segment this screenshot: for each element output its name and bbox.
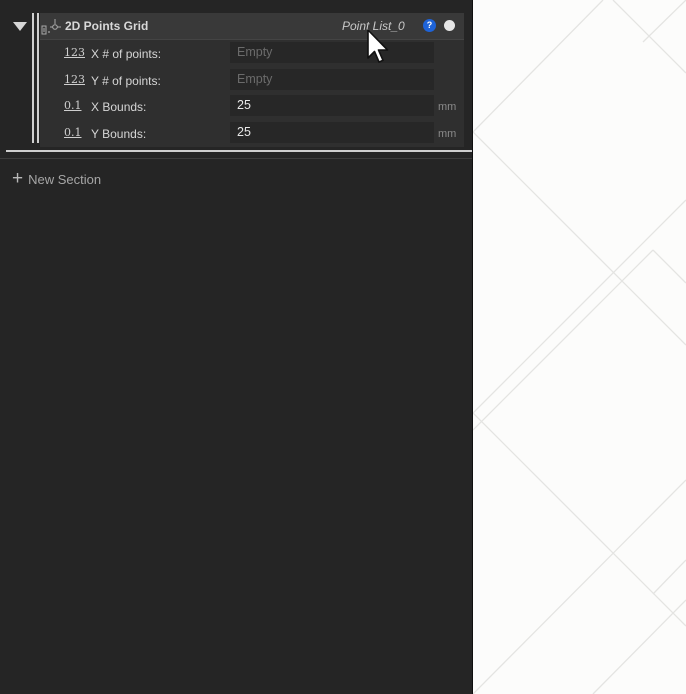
param-label: X # of points:: [91, 47, 162, 61]
collapse-triangle-icon[interactable]: [13, 22, 27, 31]
unit-label: mm: [438, 101, 457, 113]
param-label: Y # of points:: [91, 74, 161, 88]
node-rail: [37, 13, 39, 143]
new-section-button[interactable]: + New Section: [12, 168, 102, 189]
properties-panel: 2D Points Grid Point List_0 ? 123 X # of…: [0, 0, 472, 694]
param-row-y-bounds: 0.1 Y Bounds: 25 mm: [40, 120, 464, 146]
y-bounds-input[interactable]: 25: [230, 122, 434, 143]
help-icon[interactable]: ?: [423, 19, 436, 32]
integer-type-icon: 123: [64, 73, 85, 86]
viewport-canvas[interactable]: [473, 0, 686, 694]
node-header[interactable]: 2D Points Grid Point List_0 ?: [40, 13, 464, 39]
integer-type-icon: 123: [64, 46, 85, 59]
param-row-y-points: 123 Y # of points: Empty: [40, 67, 464, 93]
param-row-x-bounds: 0.1 X Bounds: 25 mm: [40, 93, 464, 119]
node-2d-points-grid: 2D Points Grid Point List_0 ? 123 X # of…: [6, 13, 464, 147]
section-divider: [6, 150, 472, 152]
x-bounds-input[interactable]: 25: [230, 95, 434, 116]
node-title: 2D Points Grid: [65, 19, 149, 33]
node-parameters: 123 X # of points: Empty 123 Y # of poin…: [40, 39, 464, 147]
points-grid-icon: [41, 19, 61, 35]
decimal-type-icon: 0.1: [64, 126, 82, 139]
node-rail: [32, 13, 34, 143]
status-dot-icon[interactable]: [444, 20, 455, 31]
decimal-type-icon: 0.1: [64, 99, 82, 112]
param-label: X Bounds:: [91, 100, 147, 114]
param-label: Y Bounds:: [91, 127, 147, 141]
x-points-input[interactable]: Empty: [230, 42, 434, 63]
section-divider: [0, 158, 472, 159]
y-points-input[interactable]: Empty: [230, 69, 434, 90]
unit-label: mm: [438, 128, 457, 140]
param-row-x-points: 123 X # of points: Empty: [40, 40, 464, 66]
plus-icon: +: [12, 168, 24, 189]
new-section-label: New Section: [28, 171, 102, 187]
mouse-pointer-icon: [367, 29, 389, 63]
